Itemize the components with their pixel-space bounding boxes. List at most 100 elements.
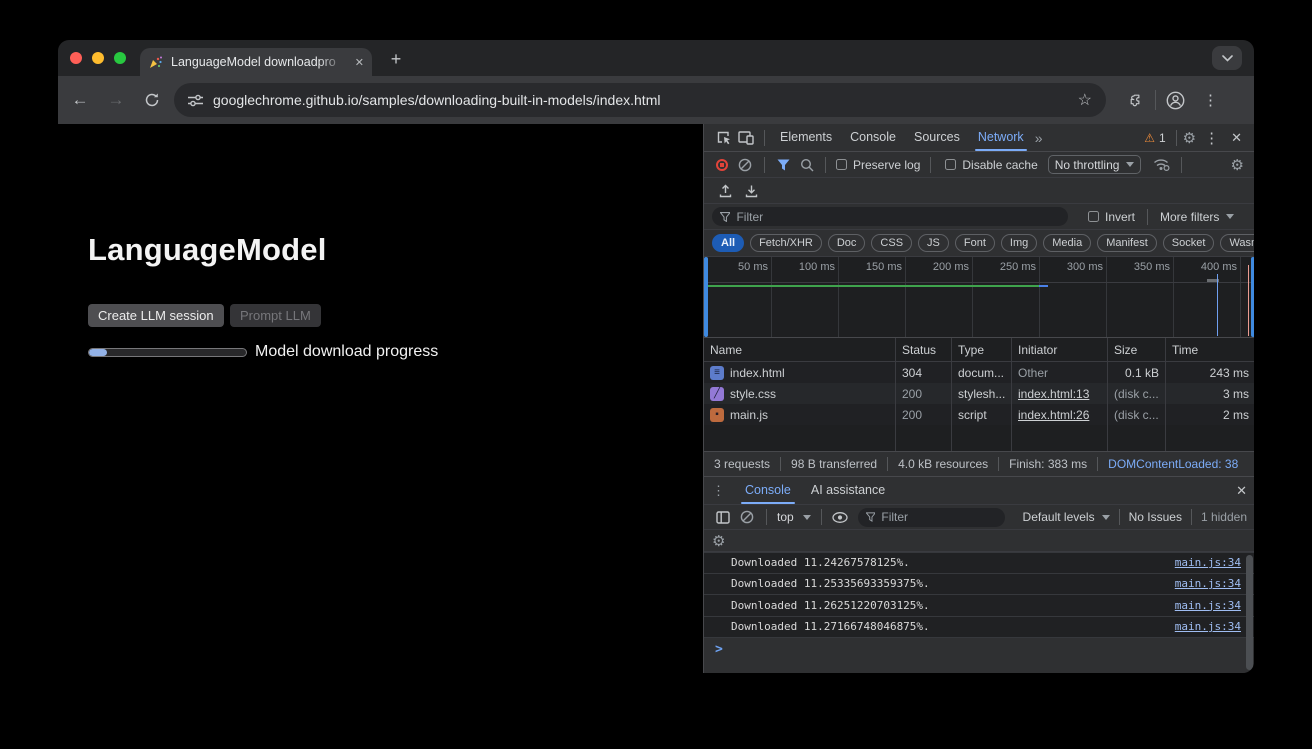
no-issues-label[interactable]: No Issues bbox=[1129, 510, 1182, 524]
maximize-window-button[interactable] bbox=[114, 52, 126, 64]
console-sidebar-icon[interactable] bbox=[712, 511, 734, 524]
preserve-log-label[interactable]: Preserve log bbox=[853, 158, 920, 172]
drawer-tab-ai-assistance[interactable]: AI assistance bbox=[801, 477, 895, 504]
chip-doc[interactable]: Doc bbox=[828, 234, 866, 252]
console-settings-gear-icon[interactable]: ⚙ bbox=[712, 532, 725, 550]
close-window-button[interactable] bbox=[70, 52, 82, 64]
devtools-menu-kebab-icon[interactable]: ⋮ bbox=[1204, 129, 1219, 147]
tab-elements[interactable]: Elements bbox=[771, 124, 841, 151]
col-initiator[interactable]: Initiator bbox=[1012, 338, 1108, 361]
network-conditions-icon[interactable] bbox=[1147, 158, 1175, 171]
inspect-element-icon[interactable] bbox=[712, 130, 734, 145]
disable-cache-label[interactable]: Disable cache bbox=[962, 158, 1037, 172]
script-file-icon: ▪ bbox=[710, 408, 724, 422]
table-empty-area bbox=[704, 425, 1254, 451]
chip-css[interactable]: CSS bbox=[871, 234, 912, 252]
browser-tab[interactable]: LanguageModel downloadpro ✕ bbox=[140, 48, 372, 76]
drawer-close-icon[interactable]: ✕ bbox=[1232, 483, 1254, 499]
requests-table: Name Status Type Initiator Size Time ≡in… bbox=[704, 338, 1254, 451]
back-button[interactable]: ← bbox=[68, 90, 92, 110]
create-llm-session-button[interactable]: Create LLM session bbox=[88, 304, 224, 327]
chevron-down-icon bbox=[803, 515, 811, 520]
initiator-link[interactable]: index.html:13 bbox=[1018, 387, 1089, 401]
clear-console-icon[interactable] bbox=[734, 510, 760, 524]
tick-200ms: 200 ms bbox=[919, 261, 969, 273]
devtools-settings-gear-icon[interactable]: ⚙ bbox=[1183, 129, 1196, 147]
console-prompt[interactable]: > bbox=[704, 638, 1254, 660]
reload-button[interactable] bbox=[144, 92, 160, 108]
tab-sources[interactable]: Sources bbox=[905, 124, 969, 151]
extensions-puzzle-icon[interactable] bbox=[1128, 92, 1145, 109]
chip-js[interactable]: JS bbox=[918, 234, 949, 252]
record-network-log-button[interactable] bbox=[716, 159, 728, 171]
chip-all[interactable]: All bbox=[712, 234, 744, 252]
console-message[interactable]: Downloaded 11.24267578125%. main.js:34 bbox=[704, 552, 1254, 574]
col-size[interactable]: Size bbox=[1108, 338, 1166, 361]
warning-count[interactable]: 1 bbox=[1159, 131, 1166, 145]
table-header: Name Status Type Initiator Size Time bbox=[704, 338, 1254, 362]
tab-network[interactable]: Network bbox=[969, 124, 1033, 151]
bookmark-star-icon[interactable]: ☆ bbox=[1078, 90, 1092, 110]
network-filter-input[interactable] bbox=[712, 207, 1068, 226]
preserve-log-checkbox[interactable] bbox=[836, 159, 847, 170]
col-status[interactable]: Status bbox=[896, 338, 952, 361]
network-overview-timeline[interactable]: 50 ms 100 ms 150 ms 200 ms 250 ms 300 ms… bbox=[704, 257, 1254, 338]
overview-left-handle[interactable] bbox=[704, 257, 708, 337]
tab-console[interactable]: Console bbox=[841, 124, 905, 151]
chrome-menu-kebab-icon[interactable]: ⋮ bbox=[1203, 91, 1218, 109]
throttling-select[interactable]: No throttling bbox=[1048, 155, 1142, 174]
default-levels-select[interactable]: Default levels bbox=[1023, 510, 1095, 524]
tab-close-icon[interactable]: ✕ bbox=[355, 56, 364, 69]
initiator-link[interactable]: index.html:26 bbox=[1018, 408, 1089, 422]
devtools-close-icon[interactable]: ✕ bbox=[1227, 130, 1246, 146]
warning-icon[interactable]: ⚠ bbox=[1144, 131, 1155, 145]
chip-wasm[interactable]: Wasm bbox=[1220, 234, 1254, 252]
disable-cache-checkbox[interactable] bbox=[945, 159, 956, 170]
console-message[interactable]: Downloaded 11.26251220703125%. main.js:3… bbox=[704, 595, 1254, 617]
source-link[interactable]: main.js:34 bbox=[1175, 599, 1241, 612]
context-selector[interactable]: top bbox=[777, 510, 794, 524]
search-icon[interactable] bbox=[795, 158, 819, 172]
drawer-scrollbar[interactable] bbox=[1246, 555, 1253, 670]
tab-search-chevron-button[interactable] bbox=[1212, 46, 1242, 70]
source-link[interactable]: main.js:34 bbox=[1175, 556, 1241, 569]
minimize-window-button[interactable] bbox=[92, 52, 104, 64]
table-row[interactable]: ╱style.css 200 stylesh... index.html:13 … bbox=[704, 383, 1254, 404]
col-name[interactable]: Name bbox=[704, 338, 896, 361]
source-link[interactable]: main.js:34 bbox=[1175, 620, 1241, 633]
network-settings-gear-icon[interactable]: ⚙ bbox=[1231, 156, 1244, 174]
address-bar[interactable]: googlechrome.github.io/samples/downloadi… bbox=[174, 83, 1106, 117]
new-tab-button[interactable]: + bbox=[384, 47, 408, 71]
chip-socket[interactable]: Socket bbox=[1163, 234, 1215, 252]
chip-font[interactable]: Font bbox=[955, 234, 995, 252]
more-tabs-icon[interactable]: » bbox=[1035, 130, 1043, 146]
device-toolbar-icon[interactable] bbox=[734, 131, 758, 145]
more-filters-button[interactable]: More filters bbox=[1160, 210, 1219, 224]
drawer-tab-console[interactable]: Console bbox=[735, 477, 801, 504]
clear-network-log-icon[interactable] bbox=[732, 158, 758, 172]
invert-checkbox[interactable] bbox=[1088, 211, 1099, 222]
source-link[interactable]: main.js:34 bbox=[1175, 577, 1241, 590]
profile-avatar-icon[interactable] bbox=[1166, 91, 1185, 110]
table-row[interactable]: ≡index.html 304 docum... Other 0.1 kB 24… bbox=[704, 362, 1254, 383]
col-type[interactable]: Type bbox=[952, 338, 1012, 361]
console-message[interactable]: Downloaded 11.27166748046875%. main.js:3… bbox=[704, 617, 1254, 639]
chip-manifest[interactable]: Manifest bbox=[1097, 234, 1157, 252]
overview-right-handle[interactable] bbox=[1251, 257, 1254, 337]
chip-media[interactable]: Media bbox=[1043, 234, 1091, 252]
site-settings-icon[interactable] bbox=[188, 94, 203, 107]
live-expression-eye-icon[interactable] bbox=[832, 512, 848, 523]
table-row[interactable]: ▪main.js 200 script index.html:26 (disk … bbox=[704, 404, 1254, 425]
console-filter-input[interactable] bbox=[858, 508, 1005, 527]
console-message[interactable]: Downloaded 11.25335693359375%. main.js:3… bbox=[704, 574, 1254, 596]
export-har-icon[interactable] bbox=[738, 184, 764, 198]
invert-label[interactable]: Invert bbox=[1105, 210, 1135, 224]
chip-img[interactable]: Img bbox=[1001, 234, 1037, 252]
filter-funnel-icon[interactable] bbox=[771, 159, 795, 171]
col-time[interactable]: Time bbox=[1166, 338, 1254, 361]
url-text[interactable]: googlechrome.github.io/samples/downloadi… bbox=[213, 92, 1078, 108]
chip-fetch-xhr[interactable]: Fetch/XHR bbox=[750, 234, 822, 252]
import-har-icon[interactable] bbox=[712, 184, 738, 198]
hidden-messages-count[interactable]: 1 hidden bbox=[1201, 510, 1247, 524]
drawer-menu-kebab-icon[interactable]: ⋮ bbox=[712, 483, 725, 499]
